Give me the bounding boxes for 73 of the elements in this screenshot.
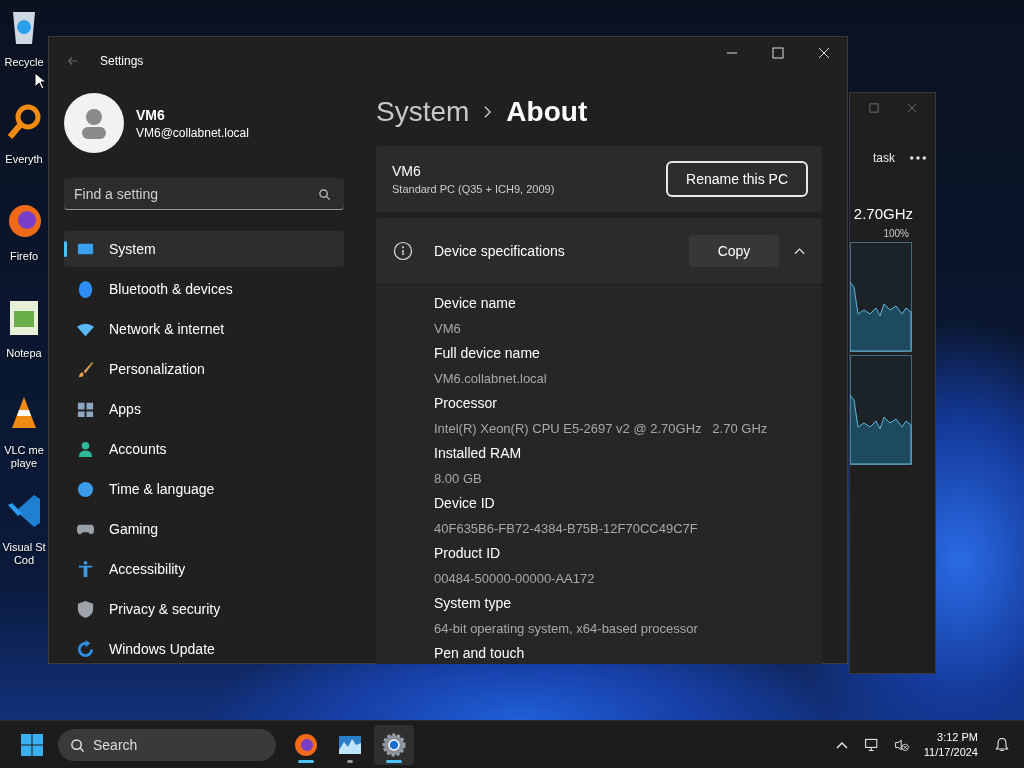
spec-label: Device ID — [434, 495, 495, 512]
search-icon — [318, 188, 331, 201]
mouse-pointer-icon — [34, 72, 46, 90]
spec-label: Product ID — [434, 545, 501, 562]
cpu-speed: 2.70GHz — [853, 205, 914, 222]
specs-header[interactable]: Device specifications Copy — [376, 218, 822, 284]
copy-button[interactable]: Copy — [689, 235, 779, 267]
page-title: About — [506, 96, 588, 128]
settings-search-field[interactable]: Find a setting — [64, 178, 344, 210]
nav-item[interactable]: Time & language — [64, 471, 344, 507]
nav-item[interactable]: Windows Update — [64, 631, 344, 667]
firefox-icon — [294, 732, 318, 757]
desktop-icon-label: Notepa — [6, 347, 42, 360]
nav-item[interactable]: Accounts — [64, 431, 344, 467]
desktop-icon-label: playe — [10, 457, 38, 470]
window-title: Settings — [100, 54, 144, 68]
taskbar-search-field[interactable]: Search — [58, 728, 276, 761]
spec-label: System type — [434, 595, 512, 612]
clock-time[interactable]: 3:12 PM — [937, 729, 978, 745]
spec-label: Full device name — [434, 345, 540, 362]
desktop-icon-label: Recycle — [4, 56, 44, 69]
spec-label: Pen and touch — [434, 645, 525, 662]
desktop-icon-label: Visual St — [2, 541, 46, 554]
privacy-icon — [76, 599, 95, 619]
back-arrow-icon[interactable] — [66, 54, 80, 68]
update-icon — [76, 639, 95, 659]
spec-label: Installed RAM — [434, 445, 522, 462]
pc-model: Standard PC (Q35 + ICH9, 2009) — [392, 183, 555, 195]
personalization-icon — [76, 359, 95, 379]
clock-date[interactable]: 11/17/2024 — [923, 744, 978, 760]
speaker-muted-icon[interactable] — [893, 736, 910, 753]
breadcrumb-parent[interactable]: System — [376, 96, 470, 128]
spec-value: 40F635B6-FB72-4384-B75B-12F70CC49C7F — [434, 520, 698, 537]
desktop-icon-label: Firefo — [9, 250, 39, 263]
spec-label: Processor — [434, 395, 498, 412]
desktop-icon-label: Everyth — [5, 153, 43, 166]
spec-value: 64-bit operating system, x64-based processor — [434, 620, 698, 637]
nav-item[interactable]: Gaming — [64, 511, 344, 547]
nav-item[interactable]: System — [64, 231, 344, 267]
nav-item[interactable]: Network & internet — [64, 311, 344, 347]
spec-value: Intel(R) Xeon(R) CPU E5-2697 v2 @ 2.70GHz 2.70 GHz — [434, 420, 768, 437]
avatar-silhouette — [64, 93, 124, 153]
accounts-icon — [76, 439, 95, 459]
user-name: VM6 — [136, 106, 166, 123]
spec-value: 8.00 GB — [434, 470, 482, 487]
desktop-icon-label: Cod — [13, 554, 35, 567]
nav-item[interactable]: Apps — [64, 391, 344, 427]
spec-value: VM6 — [434, 320, 461, 337]
pc-name: VM6 — [392, 163, 422, 179]
nav-item[interactable]: Accessibility — [64, 551, 344, 587]
user-email: VM6@collabnet.local — [136, 125, 249, 140]
notification-bell-icon[interactable] — [994, 736, 1010, 753]
nav-item[interactable]: Privacy & security — [64, 591, 344, 627]
spec-label: Device name — [434, 295, 516, 312]
chevron-icon[interactable] — [793, 246, 806, 256]
spec-value: VM6.collabnet.local — [434, 370, 547, 387]
toolbar-button[interactable]: task — [873, 151, 895, 165]
info-icon — [393, 241, 413, 261]
start-icon[interactable] — [20, 732, 44, 757]
nav-item[interactable]: Bluetooth & devices — [64, 271, 344, 307]
more-icon[interactable] — [909, 155, 927, 161]
rename-button[interactable]: Rename this PC — [666, 161, 808, 197]
search-icon — [70, 737, 85, 753]
gear-icon — [382, 732, 406, 757]
accessibility-icon — [76, 559, 95, 579]
network-icon[interactable] — [863, 736, 880, 753]
chevron-right-icon — [483, 105, 493, 119]
taskbar-app[interactable] — [374, 724, 414, 765]
desktop-icon-label: VLC me — [4, 444, 44, 457]
spec-value: 00484-50000-00000-AA172 — [434, 570, 595, 587]
specs-title: Device specifications — [434, 243, 565, 259]
nav-item[interactable]: Personalization — [64, 351, 344, 387]
graph-max-label: 100% — [883, 228, 910, 239]
